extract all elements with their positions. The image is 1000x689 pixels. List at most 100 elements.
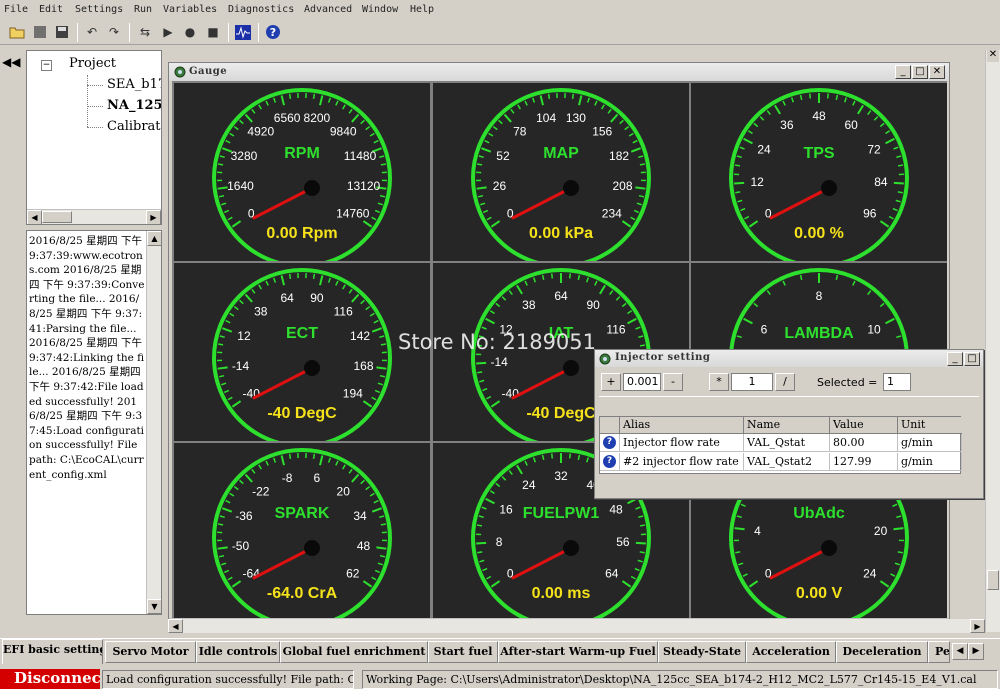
menu-help[interactable]: Help	[410, 4, 434, 15]
gauge-tick-label: 1640	[227, 179, 254, 193]
menu-run[interactable]: Run	[134, 4, 152, 15]
gauge-tick-label: 64	[554, 289, 568, 303]
table-cell-value[interactable]: 80.00	[830, 434, 898, 452]
tab-scroll-right-icon[interactable]: ▶	[968, 643, 984, 660]
menu-edit[interactable]: Edit	[39, 4, 63, 15]
gauge-tick-label: 38	[254, 305, 268, 319]
tab-scroll-left-icon[interactable]: ◀	[952, 643, 968, 660]
factor-input[interactable]: 1	[731, 373, 773, 391]
tab-after-start-warm-up-fuel[interactable]: After-start Warm-up Fuel	[498, 641, 658, 663]
multiply-button[interactable]: *	[709, 373, 729, 391]
tree-hscrollbar[interactable]: ◀ ▶	[27, 209, 161, 224]
divide-button[interactable]: /	[775, 373, 795, 391]
main-hscrollbar[interactable]: ◀ ▶	[168, 619, 985, 633]
tree-hscroll-thumb[interactable]	[42, 211, 72, 223]
tab-start-fuel[interactable]: Start fuel	[428, 641, 498, 663]
header-alias[interactable]: Alias	[620, 417, 744, 434]
disconnect-button[interactable]: Disconnec	[0, 669, 100, 689]
minimize-button[interactable]: _	[895, 65, 911, 79]
gauge-hub	[563, 180, 579, 196]
gauge-minor-tick	[639, 344, 646, 347]
tab-pe[interactable]: Pe	[928, 641, 950, 663]
save-icon[interactable]	[53, 23, 71, 41]
help-icon[interactable]: ?	[264, 23, 282, 41]
gauge-major-tick	[885, 317, 895, 325]
gauge-tick-label: 34	[353, 509, 367, 523]
tab-efi-basic-setting[interactable]: EFI basic setting	[2, 639, 103, 664]
record-icon[interactable]: ●	[181, 23, 199, 41]
open-folder-icon[interactable]	[8, 23, 26, 41]
gauge-window-titlebar[interactable]: Gauge _ □ ✕	[169, 63, 949, 81]
scroll-left-icon[interactable]: ◀	[27, 210, 42, 224]
stop-icon[interactable]: ■	[204, 23, 222, 41]
scroll-right-icon[interactable]: ▶	[970, 619, 985, 633]
scroll-up-icon[interactable]: ▲	[147, 231, 161, 246]
gauge-tick-label: 48	[812, 109, 826, 123]
increment-button[interactable]: +	[601, 373, 621, 391]
gauge-tick-label: 8	[816, 289, 823, 303]
gauge-minor-tick	[312, 273, 316, 279]
close-mdi-icon[interactable]: ✕	[987, 50, 999, 62]
gauge-tick-label: 90	[586, 298, 600, 312]
main-vscrollbar[interactable]: ✕	[985, 50, 1000, 632]
menu-file[interactable]: File	[4, 4, 28, 15]
tab-deceleration[interactable]: Deceleration	[836, 641, 928, 663]
maximize-button[interactable]: □	[964, 352, 980, 366]
gauge-minor-tick	[577, 454, 581, 461]
play-icon[interactable]: ▶	[159, 23, 177, 41]
tree-item-sea[interactable]: SEA_b17	[107, 77, 161, 92]
tab-idle-controls[interactable]: Idle controls	[196, 641, 280, 663]
redo-icon[interactable]: ↷	[105, 23, 123, 41]
stop-square-icon[interactable]	[31, 23, 49, 41]
table-cell-alias[interactable]: Injector flow rate	[620, 434, 744, 452]
gauge-major-tick	[481, 147, 492, 153]
tree-item-na[interactable]: NA_125	[107, 98, 161, 113]
gauge-minor-tick	[221, 202, 227, 206]
decrement-button[interactable]: -	[663, 373, 683, 391]
table-cell-alias[interactable]: #2 injector flow rate	[620, 453, 744, 471]
gauge-minor-tick	[635, 326, 641, 330]
gauge-minor-tick	[225, 499, 231, 504]
undo-icon[interactable]: ↶	[83, 23, 101, 41]
table-cell-name[interactable]: VAL_Qstat2	[744, 453, 830, 471]
menu-advanced[interactable]: Advanced	[304, 4, 352, 15]
tab-steady-state[interactable]: Steady-State	[658, 641, 746, 663]
tree-item-calibration[interactable]: Calibratio	[107, 119, 161, 134]
tab-global-fuel-enrichment[interactable]: Global fuel enrichment	[280, 641, 428, 663]
header-name[interactable]: Name	[744, 417, 830, 434]
tab-servo-motor[interactable]: Servo Motor	[105, 641, 196, 663]
close-button[interactable]: ✕	[929, 65, 945, 79]
menu-settings[interactable]: Settings	[75, 4, 123, 15]
menu-diagnostics[interactable]: Diagnostics	[228, 4, 294, 15]
gauge-major-tick	[516, 284, 523, 295]
scope-icon[interactable]	[234, 23, 252, 41]
scroll-right-icon[interactable]: ▶	[146, 210, 161, 224]
collapse-panel-icon[interactable]: ◀◀	[2, 55, 20, 69]
header-unit[interactable]: Unit	[898, 417, 962, 434]
tree-root-project[interactable]: Project	[69, 56, 116, 71]
maximize-button[interactable]: □	[912, 65, 928, 79]
table-cell-unit[interactable]: g/min	[898, 453, 962, 471]
main-vscroll-thumb[interactable]	[987, 570, 999, 590]
log-vscrollbar[interactable]: ▲ ▼	[146, 231, 161, 614]
scroll-left-icon[interactable]: ◀	[168, 619, 183, 633]
tab-acceleration[interactable]: Acceleration	[746, 641, 836, 663]
gauge-major-tick	[231, 580, 242, 588]
table-cell-name[interactable]: VAL_Qstat	[744, 434, 830, 452]
gauge-minor-tick	[639, 163, 645, 166]
header-value[interactable]: Value	[830, 417, 898, 434]
transfer-icon[interactable]: ⇆	[136, 23, 154, 41]
menu-variables[interactable]: Variables	[163, 4, 217, 15]
tree-collapse-toggle[interactable]: −	[41, 60, 52, 71]
gauge-minor-tick	[892, 503, 898, 508]
step-input[interactable]: 0.001	[623, 373, 661, 391]
gauge-major-tick	[319, 275, 324, 286]
table-cell-value[interactable]: 127.99	[830, 453, 898, 471]
gauge-minor-tick	[265, 460, 269, 466]
injector-titlebar[interactable]: Injector setting _ □	[595, 350, 983, 367]
minimize-button[interactable]: _	[947, 352, 963, 366]
gauge-minor-tick	[223, 389, 230, 394]
menu-window[interactable]: Window	[362, 4, 398, 15]
scroll-down-icon[interactable]: ▼	[147, 599, 161, 614]
table-cell-unit[interactable]: g/min	[898, 434, 962, 452]
